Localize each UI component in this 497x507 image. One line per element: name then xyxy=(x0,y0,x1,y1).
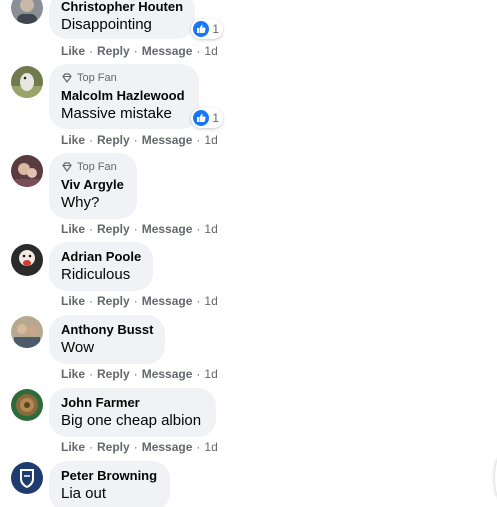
badge-label: Top Fan xyxy=(77,72,117,84)
comment-text: Disappointing xyxy=(61,16,152,33)
comment-author[interactable]: Adrian Poole xyxy=(61,249,141,265)
separator: · xyxy=(133,44,138,58)
comment-bubble: Adrian Poole Ridiculous xyxy=(49,242,153,291)
avatar[interactable] xyxy=(11,462,43,494)
reply-link[interactable]: Reply xyxy=(97,44,130,58)
like-link[interactable]: Like xyxy=(61,440,85,454)
comment-bubble: Christopher Houten Disappointing 1 xyxy=(49,0,223,39)
separator: · xyxy=(89,440,94,454)
comment-text: Big one cheap albion xyxy=(61,412,202,429)
separator: · xyxy=(133,133,138,147)
avatar[interactable] xyxy=(11,389,43,421)
avatar-image xyxy=(11,155,43,187)
separator: · xyxy=(196,133,201,147)
separator: · xyxy=(196,367,201,381)
separator: · xyxy=(196,44,201,58)
reaction-summary[interactable]: 1 xyxy=(191,108,223,128)
top-fan-badge: Top Fan xyxy=(61,71,187,85)
avatar-image xyxy=(11,0,43,24)
separator: · xyxy=(196,222,201,236)
like-link[interactable]: Like xyxy=(61,294,85,308)
reaction-count: 1 xyxy=(212,22,219,36)
message-link[interactable]: Message xyxy=(142,44,193,58)
comment-thread: Christopher Houten Disappointing 1 Like ·… xyxy=(0,0,497,507)
timestamp[interactable]: 1d xyxy=(204,294,217,308)
reply-link[interactable]: Reply xyxy=(97,367,130,381)
message-link[interactable]: Message xyxy=(142,367,193,381)
message-link[interactable]: Message xyxy=(142,440,193,454)
comment-bubble: Top Fan Viv Argyle Why? xyxy=(49,153,137,219)
comment-bubble: Peter Browning Lia out xyxy=(49,461,170,507)
separator: · xyxy=(133,222,138,236)
comment-author[interactable]: Peter Browning xyxy=(61,468,158,484)
comment-bubble: Anthony Busst Wow xyxy=(49,315,165,364)
comment-author[interactable]: John Farmer xyxy=(61,395,204,411)
timestamp[interactable]: 1d xyxy=(204,222,217,236)
separator: · xyxy=(89,367,94,381)
like-link[interactable]: Like xyxy=(61,367,85,381)
avatar[interactable] xyxy=(11,66,43,98)
separator: · xyxy=(196,440,201,454)
diamond-icon xyxy=(62,162,72,173)
comment-author[interactable]: Christopher Houten xyxy=(61,0,183,15)
comment-actions: Like · Reply · Message · 1d xyxy=(61,367,218,381)
diamond-icon xyxy=(62,73,72,84)
reply-link[interactable]: Reply xyxy=(97,222,130,236)
separator: · xyxy=(89,133,94,147)
comment-author[interactable]: Anthony Busst xyxy=(61,322,153,338)
separator: · xyxy=(133,294,138,308)
comment-text: Massive mistake xyxy=(61,105,172,122)
reaction-summary[interactable]: 1 xyxy=(191,19,223,39)
avatar[interactable] xyxy=(11,316,43,348)
comment-actions: Like · Reply · Message · 1d xyxy=(61,133,218,147)
comment-bubble: John Farmer Big one cheap albion xyxy=(49,388,216,437)
like-thumb-icon xyxy=(193,21,210,37)
separator: · xyxy=(133,440,138,454)
separator: · xyxy=(133,367,138,381)
comment-actions: Like · Reply · Message · 1d xyxy=(61,294,218,308)
avatar[interactable] xyxy=(11,0,43,24)
reply-link[interactable]: Reply xyxy=(97,133,130,147)
avatar[interactable] xyxy=(11,244,43,276)
comment-actions: Like · Reply · Message · 1d xyxy=(61,44,218,58)
avatar-image xyxy=(11,462,43,494)
like-link[interactable]: Like xyxy=(61,44,85,58)
avatar-image xyxy=(11,316,43,348)
message-link[interactable]: Message xyxy=(142,294,193,308)
comment-text: Lia out xyxy=(61,485,107,502)
comment-bubble: Top Fan Malcolm Hazlewood Massive mistak… xyxy=(49,64,223,129)
reply-link[interactable]: Reply xyxy=(97,440,130,454)
timestamp[interactable]: 1d xyxy=(204,133,217,147)
like-link[interactable]: Like xyxy=(61,133,85,147)
timestamp[interactable]: 1d xyxy=(204,440,217,454)
message-link[interactable]: Message xyxy=(142,133,193,147)
comment-author[interactable]: Viv Argyle xyxy=(61,177,125,193)
reply-link[interactable]: Reply xyxy=(97,294,130,308)
timestamp[interactable]: 1d xyxy=(204,44,217,58)
comment-text: Ridiculous xyxy=(61,266,131,283)
comment-actions: Like · Reply · Message · 1d xyxy=(61,222,218,236)
reaction-count: 1 xyxy=(212,111,219,125)
avatar[interactable] xyxy=(11,155,43,187)
badge-label: Top Fan xyxy=(77,161,117,173)
comment-author[interactable]: Malcolm Hazlewood xyxy=(61,88,187,104)
comment-text: Why? xyxy=(61,194,100,211)
separator: · xyxy=(89,294,94,308)
separator: · xyxy=(89,222,94,236)
separator: · xyxy=(89,44,94,58)
timestamp[interactable]: 1d xyxy=(204,367,217,381)
top-fan-badge: Top Fan xyxy=(61,160,125,174)
avatar-image xyxy=(11,66,43,98)
avatar-image xyxy=(11,389,43,421)
avatar-image xyxy=(11,244,43,276)
separator: · xyxy=(196,294,201,308)
like-link[interactable]: Like xyxy=(61,222,85,236)
comment-actions: Like · Reply · Message · 1d xyxy=(61,440,218,454)
message-link[interactable]: Message xyxy=(142,222,193,236)
like-thumb-icon xyxy=(193,110,210,126)
comment-text: Wow xyxy=(61,339,95,356)
